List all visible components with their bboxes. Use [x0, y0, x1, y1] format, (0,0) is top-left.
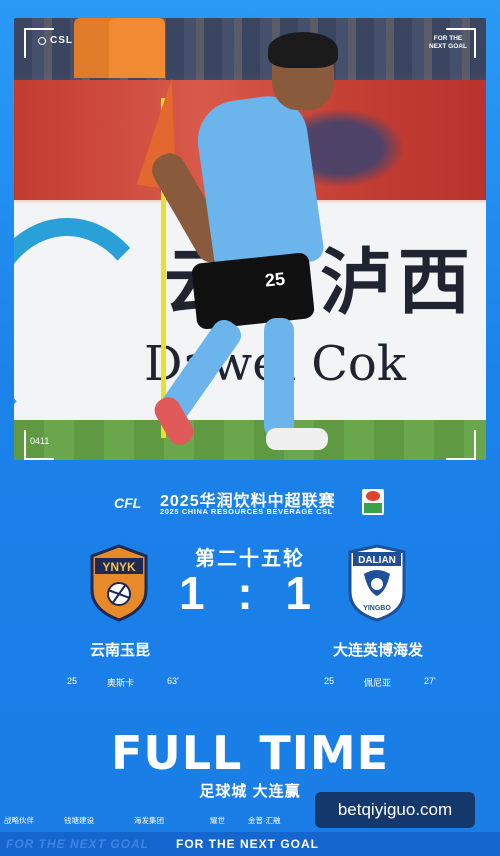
celebrating-player: 25	[146, 28, 354, 460]
brand-tag: FOR THE NEXT GOAL	[429, 35, 467, 50]
scorer-number: 25	[67, 676, 78, 686]
match-score: 1 : 1	[178, 567, 322, 619]
player-boot	[266, 428, 328, 450]
league-title-english: 2025 CHINA RESOURCES BEVERAGE CSL	[160, 507, 333, 516]
watermark: betqiyiguo.com	[315, 792, 475, 828]
csl-tag-text: CSL	[50, 35, 73, 46]
beverage-sponsor-logo	[362, 489, 384, 515]
away-scorer: 25 佩尼亚 27'	[324, 676, 436, 689]
match-photo: 云南泸西 Dawei Cok 25	[14, 18, 486, 460]
record-dot-icon	[38, 36, 46, 45]
csl-tag: CSL	[38, 35, 73, 46]
scorer-number: 25	[324, 676, 335, 686]
home-scorer: 25 奥斯卡 63'	[67, 676, 179, 689]
scorer-minute: 27'	[424, 676, 436, 686]
footer-ghost-text: FOR THE NEXT GOAL	[6, 837, 149, 851]
sponsor-item: 金普·汇融	[248, 815, 281, 825]
sponsor-logo-mark	[364, 503, 382, 513]
player-jersey	[192, 91, 326, 275]
league-logo: CFL	[114, 492, 152, 514]
sponsor-item: 钱塘建设	[64, 815, 94, 825]
footer-bar: FOR THE NEXT GOAL FOR THE NEXT GOAL	[0, 832, 500, 856]
sponsor-label: 战略伙伴	[4, 815, 34, 825]
match-result-poster: 云南泸西 Dawei Cok 25 CSL FOR THE NEXT GOAL …	[0, 0, 500, 856]
sponsor-logo-mark	[366, 491, 380, 501]
player-hair	[268, 32, 338, 68]
frame-corner	[446, 430, 476, 460]
home-team-name: 云南玉昆	[89, 642, 150, 659]
scorer-name: 奥斯卡	[107, 678, 135, 688]
player-shorts: 25	[190, 252, 316, 330]
scorer-minute: 63'	[167, 676, 179, 686]
photo-code: 0411	[30, 436, 50, 446]
full-time-headline: FULL TIME	[110, 726, 390, 780]
sponsor-item: 海发集团	[134, 815, 164, 825]
footer-slogan: FOR THE NEXT GOAL	[176, 837, 319, 851]
away-team-name: 大连英博海发	[332, 642, 423, 659]
scorer-name: 佩尼亚	[364, 678, 392, 688]
league-logo-text: CFL	[114, 495, 142, 511]
league-header: CFL 2025华润饮料中超联赛 2025 CHINA RESOURCES BE…	[0, 486, 500, 520]
player-number: 25	[263, 268, 286, 291]
player-leg	[264, 318, 294, 438]
sponsor-item: 耀世	[210, 815, 225, 825]
